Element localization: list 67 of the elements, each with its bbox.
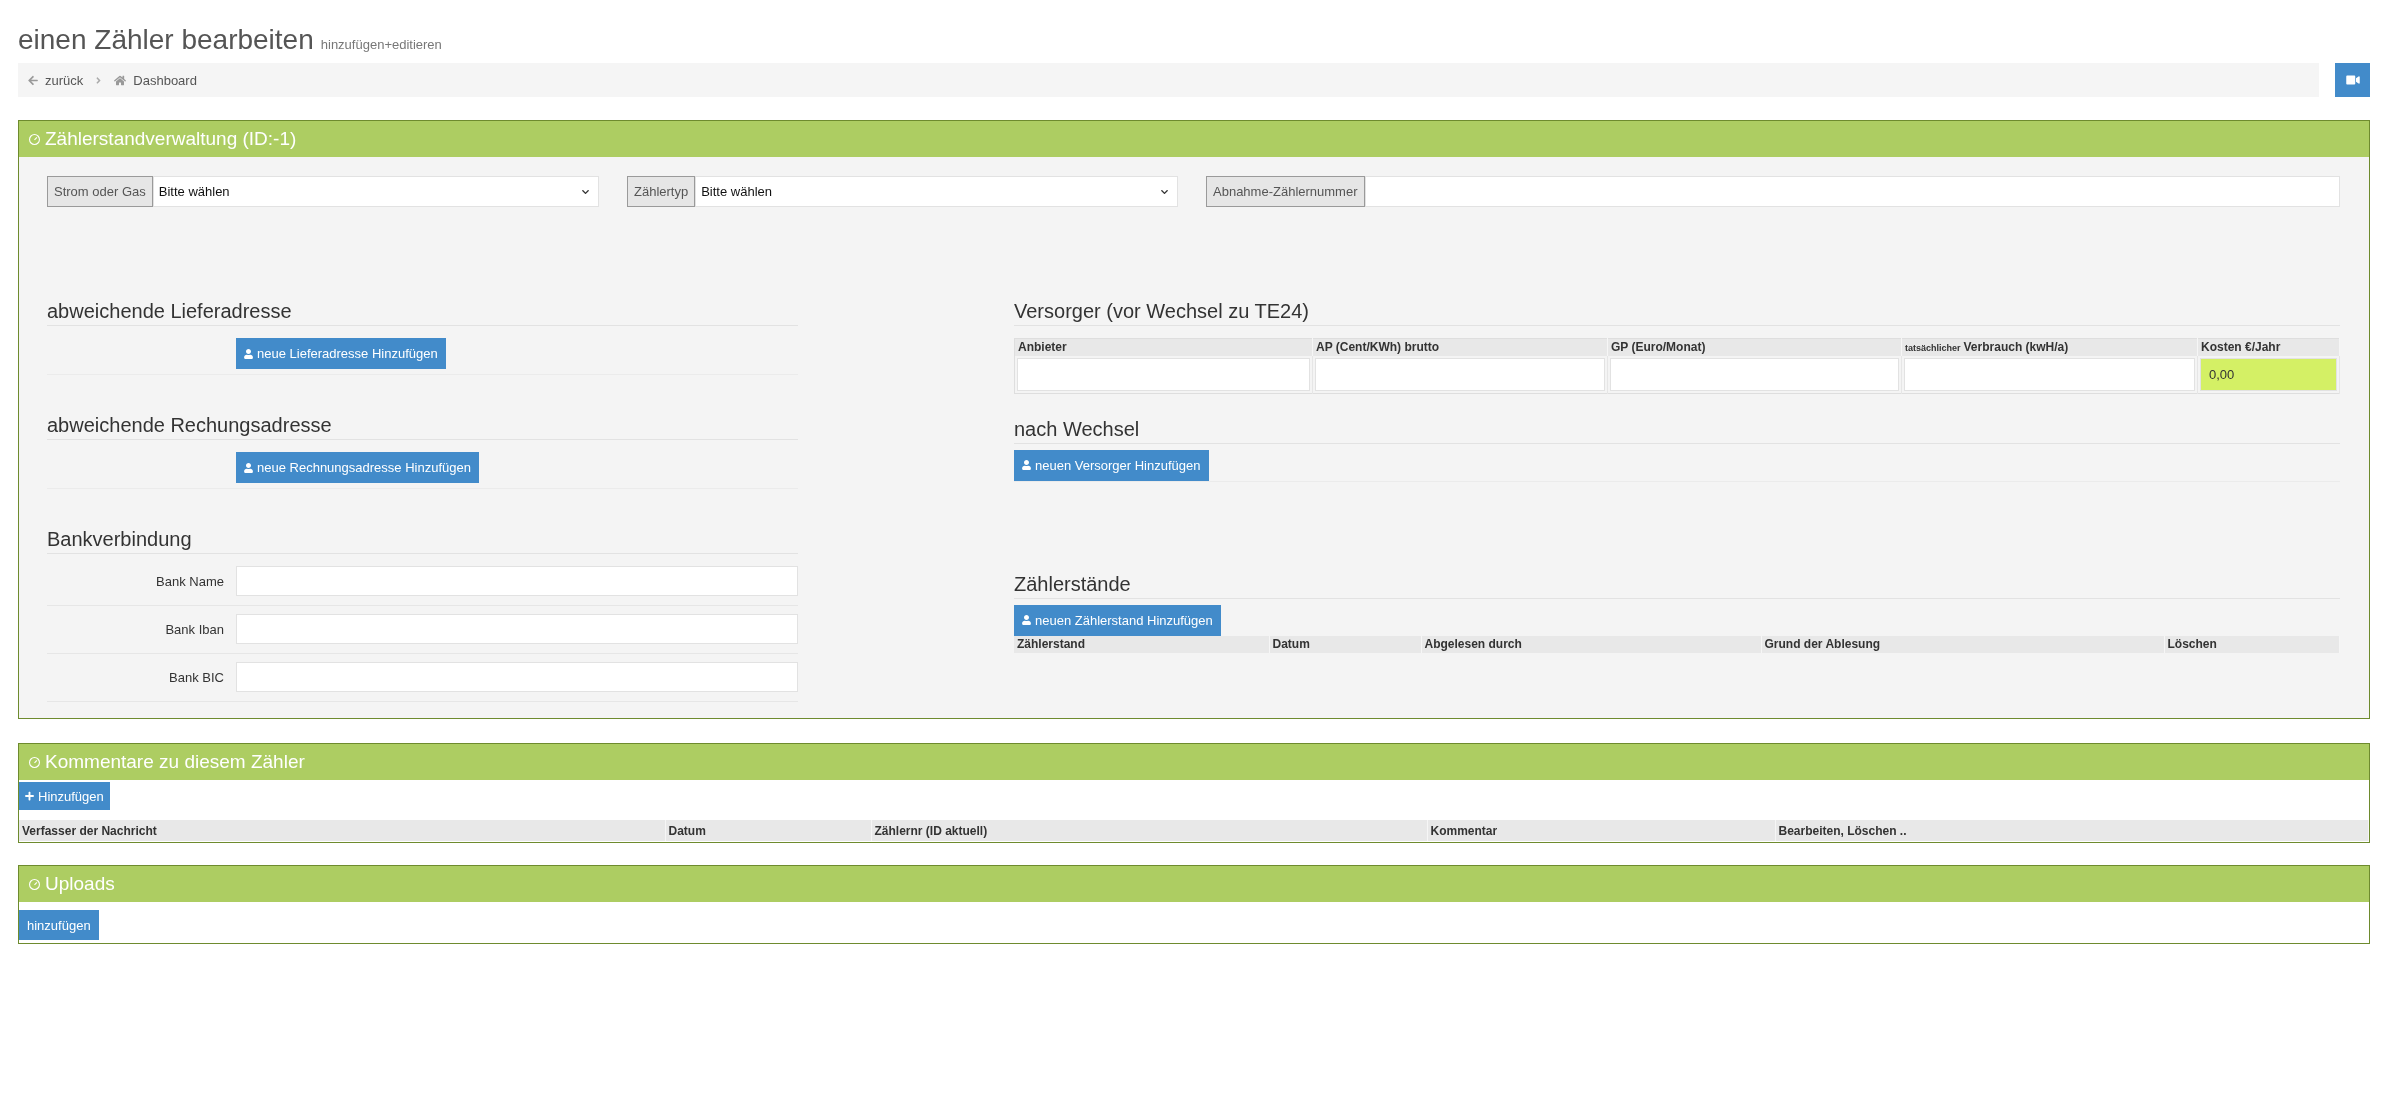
gauge-icon xyxy=(29,756,40,768)
section-heading: Bankverbindung xyxy=(47,527,798,554)
add-button[interactable]: neuen Zählerstand Hinzufügen xyxy=(1014,604,1221,636)
arrow-left-icon xyxy=(28,74,38,86)
panel-title: Zählerstandverwaltung (ID:-1) xyxy=(45,128,297,150)
text-field[interactable] xyxy=(1904,357,2195,391)
field-label: Zählertyp xyxy=(627,176,696,207)
chevron-down-icon xyxy=(1160,187,1169,196)
gauge-icon xyxy=(29,878,40,890)
field-label: Bank Name xyxy=(155,573,224,589)
column-header: Zählernr (ID aktuell) xyxy=(871,820,1427,841)
field-label: Bank Iban xyxy=(164,621,224,637)
plus-icon xyxy=(25,791,34,801)
column-label: Verbrauch (kwH/a) xyxy=(1963,340,2069,355)
column-header: GP (Euro/Monat) xyxy=(1607,338,1902,356)
select-field[interactable]: Bitte wählen xyxy=(152,176,599,207)
text-field[interactable] xyxy=(236,614,798,644)
column-header: Anbieter xyxy=(1014,338,1313,356)
column-header: AP (Cent/KWh) brutto xyxy=(1312,338,1608,356)
field-label: Bank BIC xyxy=(168,669,224,685)
page-subtitle: hinzufügen+editieren xyxy=(320,37,442,52)
text-field[interactable] xyxy=(1610,357,1899,391)
user-icon xyxy=(1022,460,1031,470)
column-header: Datum xyxy=(665,820,871,841)
field-label: Abnahme-Zählernummer xyxy=(1206,176,1365,207)
panel-title: Uploads xyxy=(45,873,115,895)
text-field[interactable] xyxy=(1017,357,1310,391)
section-heading: abweichende Rechungsadresse xyxy=(47,413,798,440)
text-field[interactable] xyxy=(236,566,798,596)
column-header: Datum xyxy=(1269,635,1421,653)
column-header: Zählerstand xyxy=(1014,635,1269,653)
video-camera-icon xyxy=(2345,74,2360,86)
add-button[interactable]: neue Rechnungsadresse Hinzufügen xyxy=(236,452,479,483)
text-field[interactable] xyxy=(1315,357,1605,391)
user-icon xyxy=(1022,615,1031,625)
breadcrumb-link[interactable]: Dashboard xyxy=(114,72,197,88)
field-label: Strom oder Gas xyxy=(47,176,153,207)
text-field[interactable] xyxy=(1364,176,2340,207)
section-heading: Versorger (vor Wechsel zu TE24) xyxy=(1014,299,2340,326)
user-icon xyxy=(244,462,253,473)
add-button[interactable]: neue Lieferadresse Hinzufügen xyxy=(236,338,446,369)
column-header: Kosten €/Jahr xyxy=(2197,338,2340,356)
column-header: Grund der Ablesung xyxy=(1761,635,2164,653)
column-header: Abgelesen durch xyxy=(1421,635,1761,653)
select-field[interactable]: Bitte wählen xyxy=(695,176,1178,207)
home-icon xyxy=(114,74,127,86)
text-field[interactable] xyxy=(236,662,798,692)
add-button[interactable]: neuen Versorger Hinzufügen xyxy=(1014,449,1209,481)
section-heading: nach Wechsel xyxy=(1014,416,2340,444)
panel-title: Kommentare zu diesem Zähler xyxy=(45,751,305,773)
page-title: einen Zähler bearbeiten xyxy=(18,23,314,57)
chevron-down-icon xyxy=(581,187,590,196)
column-header: Löschen xyxy=(2164,635,2340,653)
section-heading: abweichende Lieferadresse xyxy=(47,299,798,326)
column-header: Kommentar xyxy=(1427,820,1775,841)
video-button[interactable] xyxy=(2335,63,2370,97)
column-note: tatsächlicher xyxy=(1905,343,1961,354)
gauge-icon xyxy=(29,133,40,145)
chevron-right-icon xyxy=(96,74,102,86)
user-icon xyxy=(244,348,253,359)
section-heading: Zählerstände xyxy=(1014,571,2340,599)
total-field: 0,00 xyxy=(2200,357,2337,391)
column-header: Bearbeiten, Löschen .. xyxy=(1775,820,2369,841)
add-button[interactable]: Hinzufügen xyxy=(19,782,110,810)
add-button[interactable]: hinzufügen xyxy=(19,910,99,940)
column-header: Verfasser der Nachricht xyxy=(19,820,665,841)
breadcrumb-link[interactable]: zurück xyxy=(28,72,84,88)
